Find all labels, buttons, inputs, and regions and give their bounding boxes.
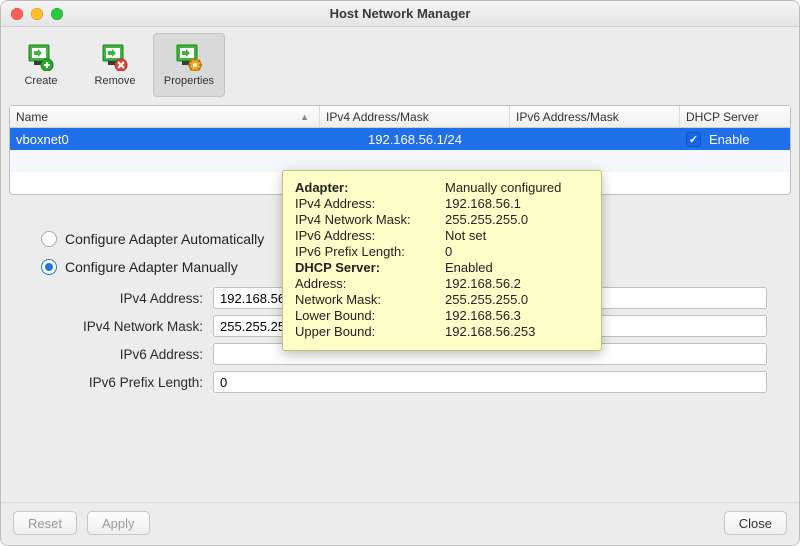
col-header-name-label: Name [16,110,48,124]
tt-val: 192.168.56.3 [445,308,589,323]
row-name: vboxnet0 [10,128,320,150]
dhcp-checkbox-icon[interactable]: ✓ [686,132,701,147]
tt-key: Lower Bound: [295,308,445,323]
ipv6-prefix-length-label: IPv6 Prefix Length: [33,375,213,390]
tt-val: Enabled [445,260,589,275]
row-ipv4: 192.168.56.1/24 [320,128,510,150]
bottom-bar: Reset Apply Close [1,502,799,545]
ipv6-address-label: IPv6 Address: [33,347,213,362]
col-header-dhcp[interactable]: DHCP Server [680,106,790,127]
ipv6-prefix-length-input[interactable] [213,371,767,393]
tt-val: 255.255.255.0 [445,292,589,307]
radio-auto-label: Configure Adapter Automatically [65,231,264,247]
tt-key: Network Mask: [295,292,445,307]
network-adapter-remove-icon [99,43,131,71]
tt-key: IPv4 Address: [295,196,445,211]
properties-button[interactable]: Properties [153,33,225,97]
tt-key: Address: [295,276,445,291]
tt-key: IPv6 Prefix Length: [295,244,445,259]
tt-key: DHCP Server: [295,260,445,275]
adapter-tooltip: Adapter:Manually configured IPv4 Address… [282,170,602,351]
tt-key: IPv6 Address: [295,228,445,243]
radio-on-icon [41,259,57,275]
tt-val: 0 [445,244,589,259]
remove-button[interactable]: Remove [79,33,151,97]
remove-label: Remove [95,75,136,87]
dhcp-enable-label: Enable [709,132,749,147]
close-button[interactable]: Close [724,511,787,535]
col-header-name[interactable]: Name ▲ [10,106,320,127]
tt-val: Not set [445,228,589,243]
tt-val: 192.168.56.1 [445,196,589,211]
titlebar: Host Network Manager [1,1,799,27]
reset-button[interactable]: Reset [13,511,77,535]
row-ipv6 [510,128,680,150]
properties-label: Properties [164,75,214,87]
tt-val: 192.168.56.253 [445,324,589,339]
window-title: Host Network Manager [1,6,799,21]
network-adapter-add-icon [25,43,57,71]
table-header: Name ▲ IPv4 Address/Mask IPv6 Address/Ma… [10,106,790,128]
row-dhcp: ✓ Enable [680,128,790,150]
table-row-empty [10,150,790,172]
radio-off-icon [41,231,57,247]
tt-val: Manually configured [445,180,589,195]
create-button[interactable]: Create [5,33,77,97]
ipv4-address-label: IPv4 Address: [33,291,213,306]
toolbar: Create Remove [1,27,799,101]
col-header-ipv6[interactable]: IPv6 Address/Mask [510,106,680,127]
apply-button[interactable]: Apply [87,511,150,535]
table-row[interactable]: vboxnet0 192.168.56.1/24 ✓ Enable [10,128,790,150]
tt-val: 255.255.255.0 [445,212,589,227]
tt-key: Upper Bound: [295,324,445,339]
radio-manual-label: Configure Adapter Manually [65,259,238,275]
tt-val: 192.168.56.2 [445,276,589,291]
network-adapter-properties-icon [173,43,205,71]
tt-key: IPv4 Network Mask: [295,212,445,227]
sort-ascending-icon: ▲ [300,112,313,122]
tt-key: Adapter: [295,180,445,195]
col-header-ipv4[interactable]: IPv4 Address/Mask [320,106,510,127]
ipv4-mask-label: IPv4 Network Mask: [33,319,213,334]
create-label: Create [24,75,57,87]
